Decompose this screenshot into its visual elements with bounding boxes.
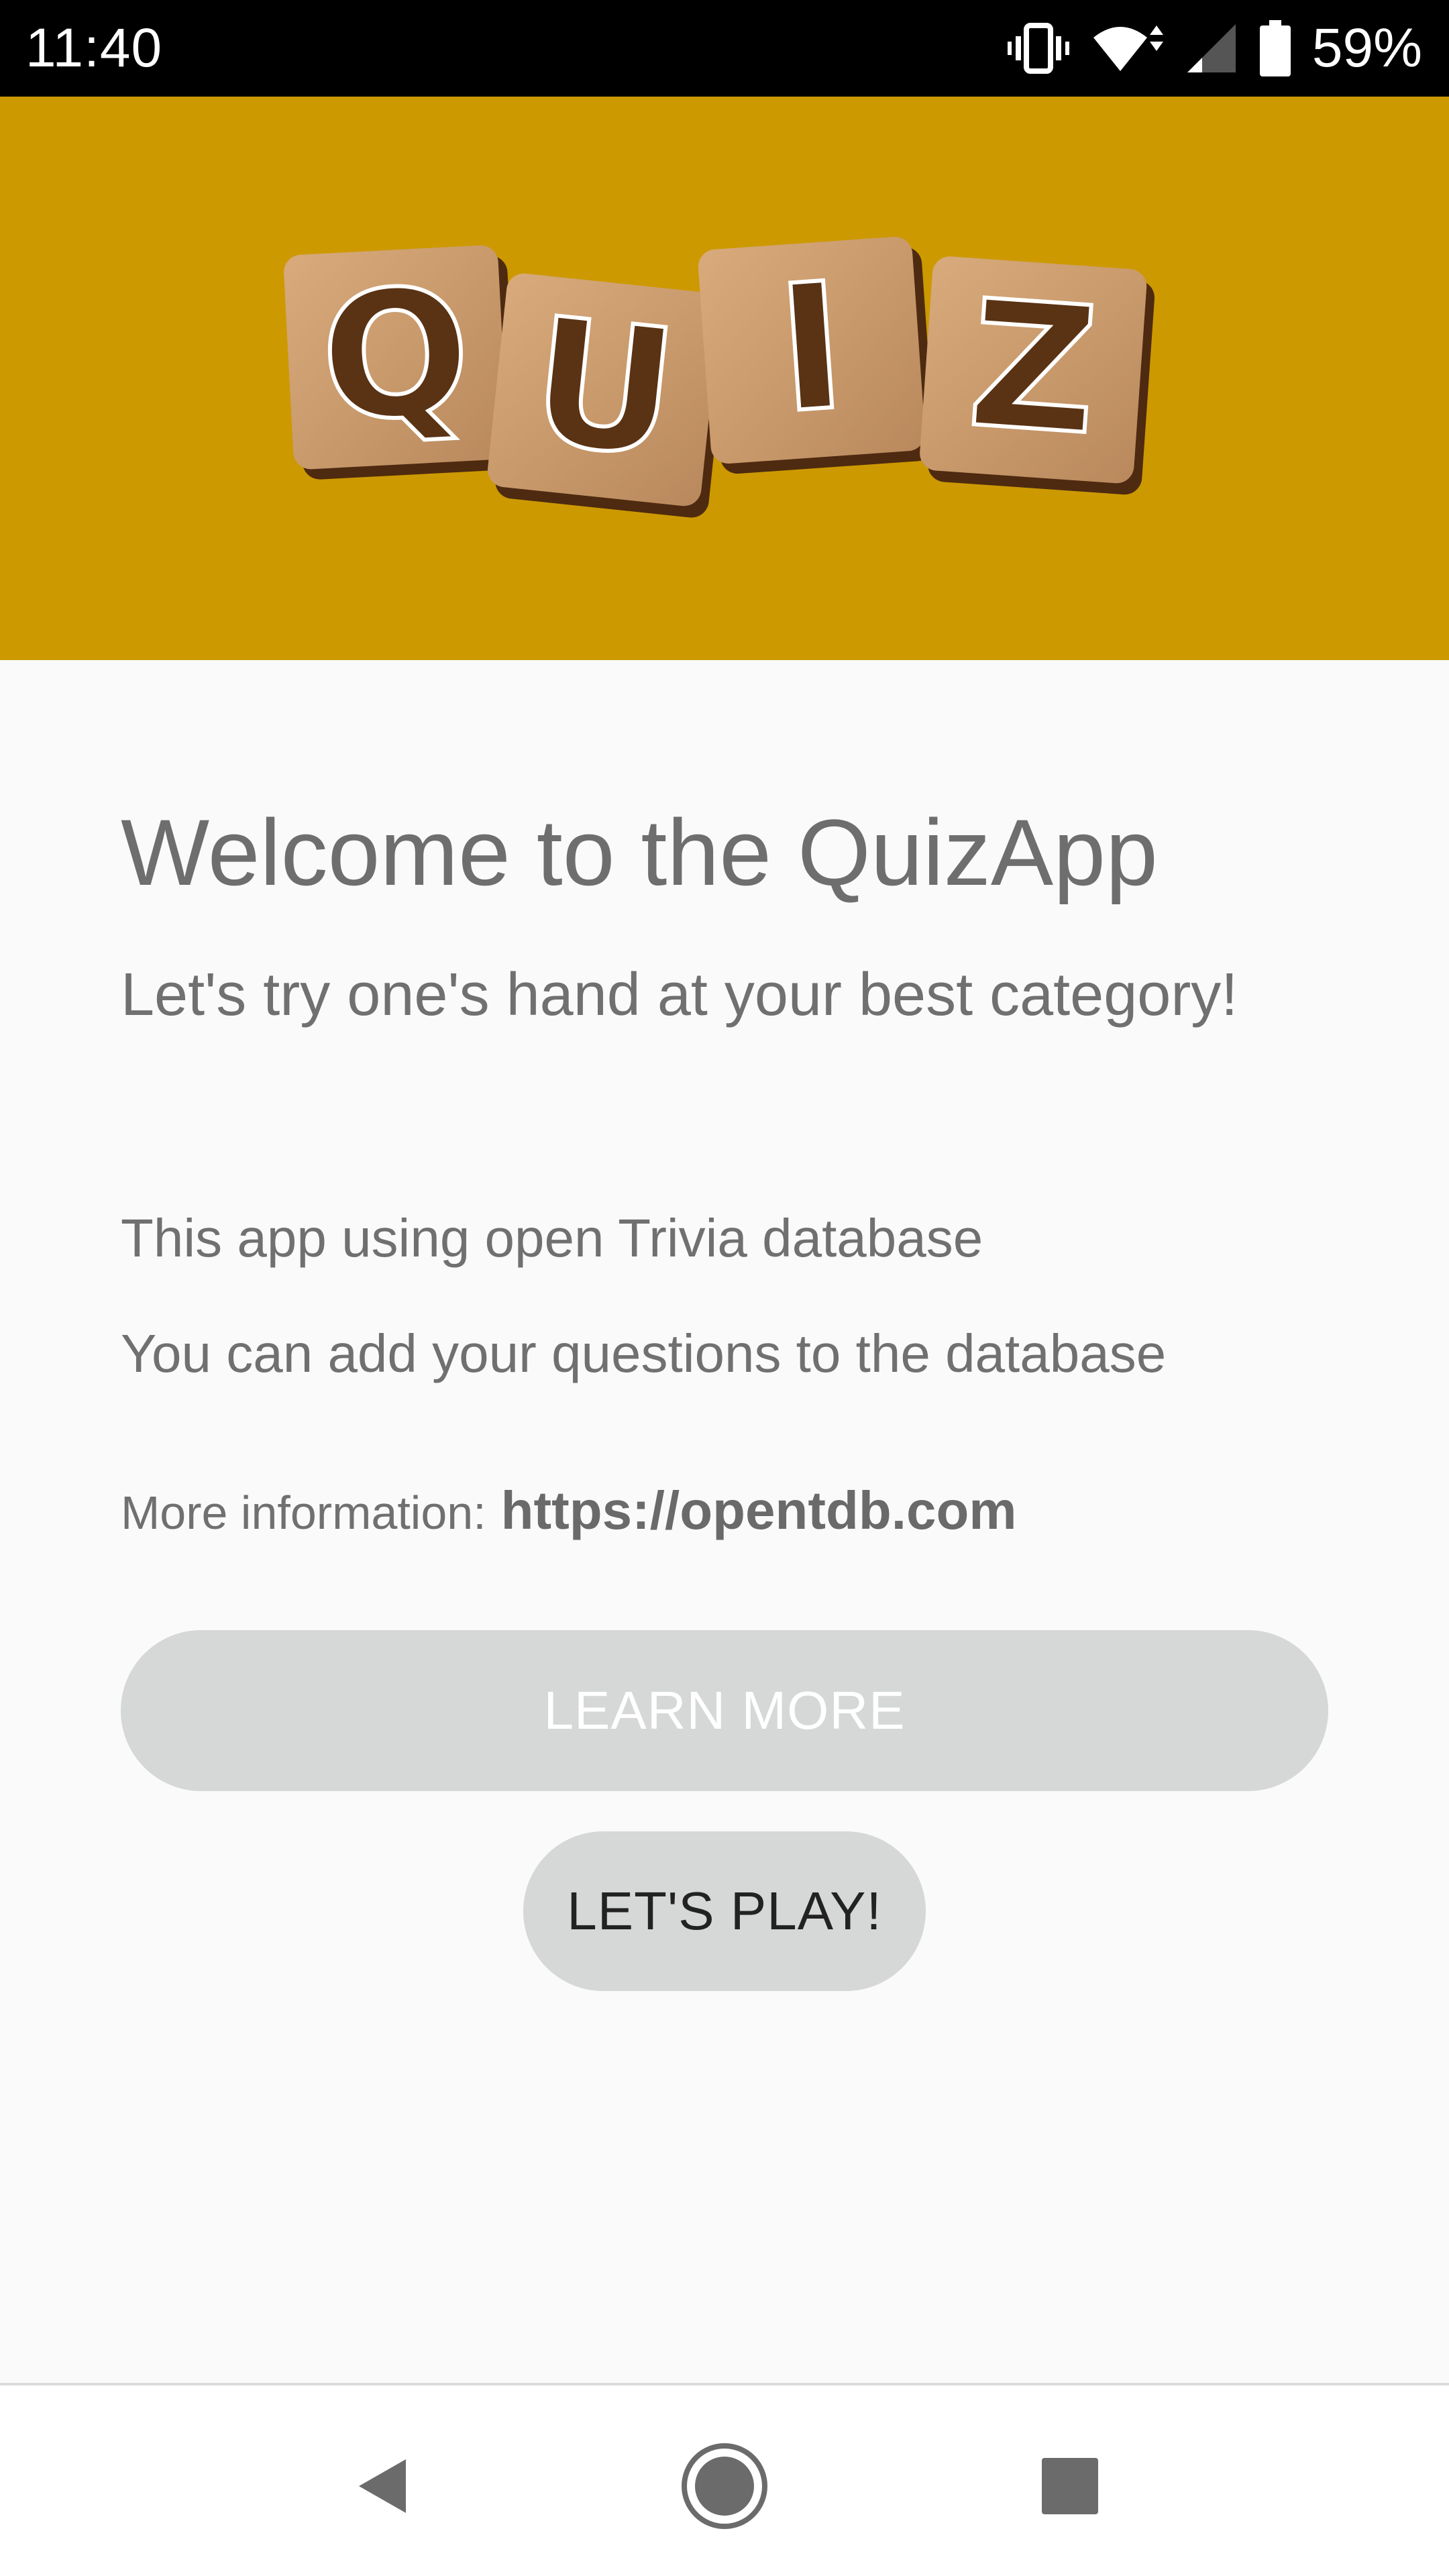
more-info-label: More information: (121, 1487, 486, 1539)
logo-tile-q: Q (284, 245, 517, 480)
info-text-add-questions: You can add your questions to the databa… (121, 1324, 1167, 1383)
logo-tile-z: Z (920, 256, 1155, 495)
status-icons: 59% (1006, 17, 1422, 80)
more-info-link[interactable]: https://opentdb.com (501, 1480, 1017, 1542)
cell-signal-icon (1187, 24, 1236, 72)
logo-letter-q: Q (317, 251, 476, 461)
wifi-icon (1093, 25, 1163, 71)
header-banner: Q U I Z (0, 97, 1449, 660)
learn-more-button[interactable]: LEARN MORE (121, 1630, 1328, 1791)
more-info-row: More information: https://opentdb.com (121, 1480, 1016, 1542)
back-icon[interactable] (335, 2439, 429, 2533)
recents-icon[interactable] (1023, 2439, 1117, 2533)
navigation-bar (0, 2383, 1449, 2576)
vibrate-icon (1007, 23, 1069, 74)
home-icon[interactable] (678, 2439, 771, 2533)
lets-play-button[interactable]: LET'S PLAY! (523, 1831, 926, 1991)
battery-percent: 59% (1311, 17, 1422, 78)
status-bar: 11:40 59% (0, 0, 1449, 97)
quiz-logo: Q U I Z (284, 236, 1155, 518)
battery-icon (1259, 20, 1291, 76)
logo-tile-u: U (487, 273, 728, 518)
logo-letter-z: Z (963, 263, 1104, 474)
page-subtitle: Let's try one's hand at your best catego… (121, 961, 1238, 1028)
logo-tile-i: I (698, 236, 934, 474)
status-time: 11:40 (25, 17, 163, 78)
info-text-database: This app using open Trivia database (121, 1208, 983, 1268)
page-title: Welcome to the QuizApp (121, 800, 1158, 905)
logo-letter-u: U (523, 280, 686, 496)
